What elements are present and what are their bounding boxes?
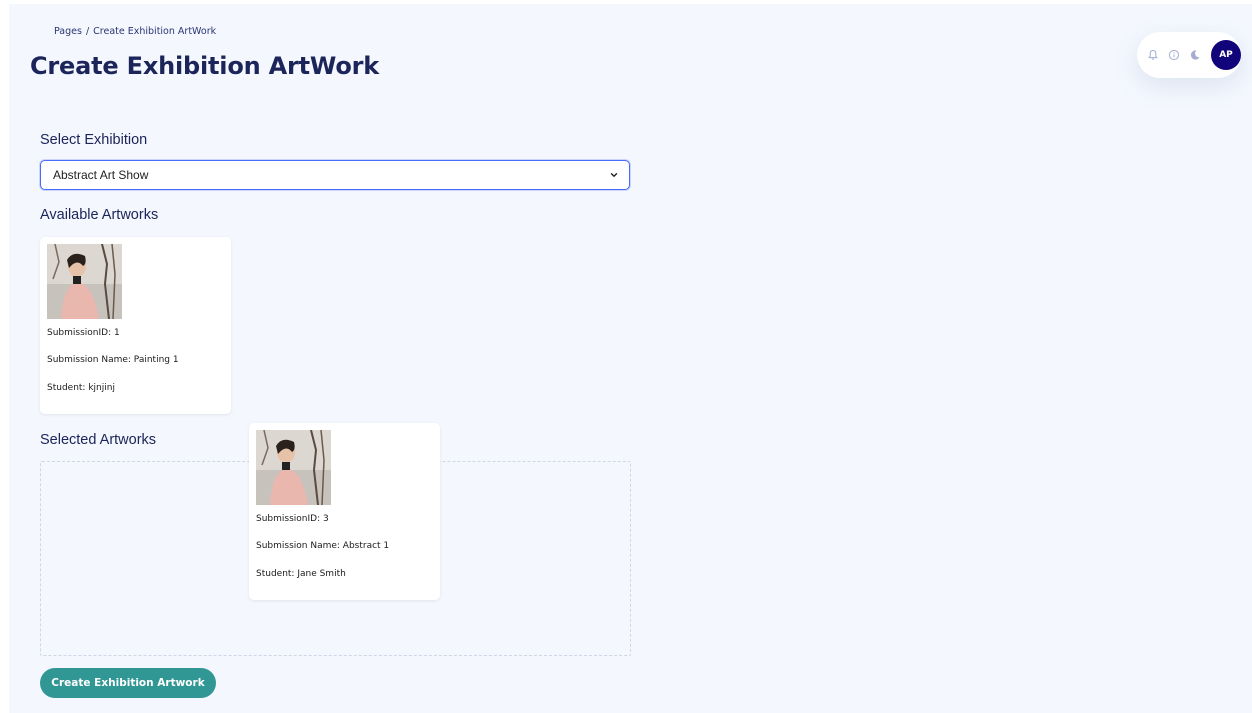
exhibition-select-value: Abstract Art Show xyxy=(53,168,149,182)
exhibition-select[interactable]: Abstract Art Show xyxy=(40,160,630,190)
topbar-actions: AP xyxy=(1137,32,1241,78)
breadcrumb: Pages / Create Exhibition ArtWork xyxy=(54,26,216,37)
breadcrumb-separator: / xyxy=(85,26,90,37)
submission-name: Submission Name: Painting 1 xyxy=(47,355,179,365)
artwork-card[interactable]: SubmissionID: 1 Submission Name: Paintin… xyxy=(40,237,231,414)
info-icon[interactable] xyxy=(1168,49,1180,61)
breadcrumb-current: Create Exhibition ArtWork xyxy=(93,26,217,37)
submission-name: Submission Name: Abstract 1 xyxy=(256,541,390,551)
artwork-thumbnail xyxy=(47,244,122,319)
avatar[interactable]: AP xyxy=(1211,40,1241,70)
student-name: Student: Jane Smith xyxy=(256,569,346,579)
moon-icon[interactable] xyxy=(1189,49,1201,61)
chevron-down-icon xyxy=(610,173,618,177)
submission-id: SubmissionID: 3 xyxy=(256,514,329,524)
submission-id: SubmissionID: 1 xyxy=(47,328,120,338)
bell-icon[interactable] xyxy=(1147,49,1159,61)
select-exhibition-label: Select Exhibition xyxy=(40,132,148,148)
artwork-thumbnail xyxy=(256,430,331,505)
selected-artworks-label: Selected Artworks xyxy=(40,432,157,448)
page-content: Pages / Create Exhibition ArtWork Create E… xyxy=(9,4,1252,713)
student-name: Student: kjnjinj xyxy=(47,383,115,393)
create-exhibition-artwork-button[interactable]: Create Exhibition Artwork xyxy=(40,668,216,698)
breadcrumb-root[interactable]: Pages xyxy=(54,26,82,37)
available-artworks-label: Available Artworks xyxy=(40,207,159,223)
page-title: Create Exhibition ArtWork xyxy=(30,52,380,80)
dragging-artwork-card[interactable]: SubmissionID: 3 Submission Name: Abstrac… xyxy=(249,423,440,600)
